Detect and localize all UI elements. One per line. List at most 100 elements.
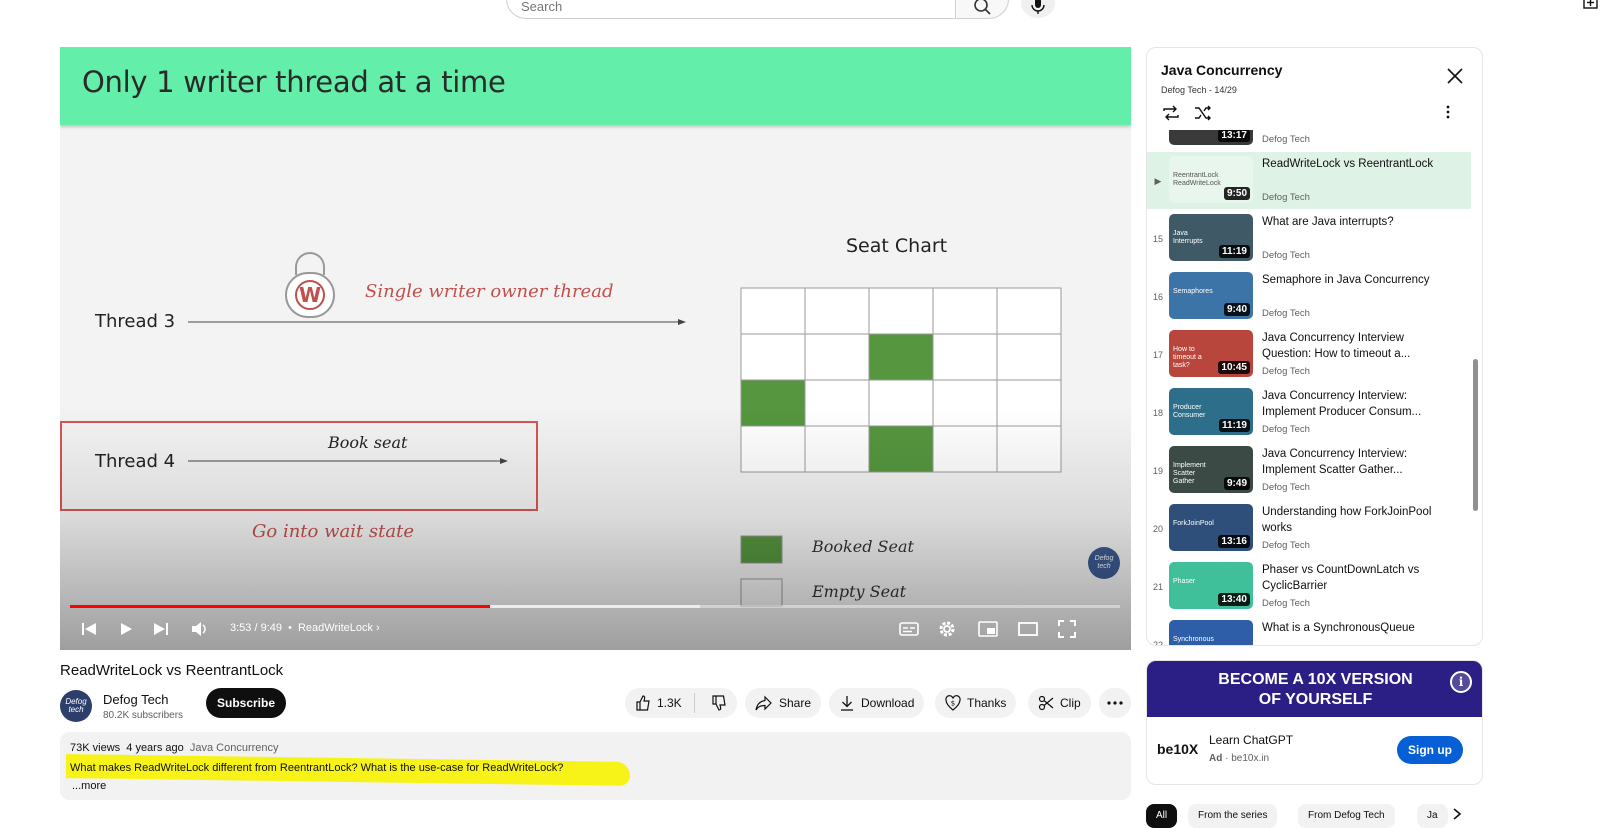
playlist-item[interactable]: 17 How to timeout a task? 10:45 Java Concur… <box>1147 326 1471 383</box>
description-playlist-link[interactable]: Java Concurrency <box>190 742 279 754</box>
playlist-item-title[interactable]: What are Java interrupts? <box>1262 214 1437 230</box>
thumbnail-label: Implement Scatter Gather <box>1173 462 1206 485</box>
playlist-item-title[interactable]: ReadWriteLock vs ReentrantLock <box>1262 156 1437 172</box>
empty-seat <box>932 425 998 473</box>
clip-button[interactable]: Clip <box>1028 688 1091 718</box>
download-label: Download <box>861 696 915 710</box>
ad-card[interactable]: BECOME A 10X VERSION OF YOURSELF i be10X… <box>1146 660 1483 785</box>
description-box[interactable]: 73K views 4 years ago Java Concurrency W… <box>60 732 1131 800</box>
share-button[interactable]: Share <box>745 688 822 718</box>
avatar[interactable]: Defog tech <box>60 690 92 722</box>
search-button[interactable] <box>955 0 1009 19</box>
playlist-title[interactable]: Java Concurrency <box>1161 62 1282 78</box>
like-button[interactable]: 1.3K <box>625 693 695 713</box>
playlist-item[interactable]: 21 Phaser 13:40 Phaser vs CountDownLatch vs… <box>1147 558 1471 615</box>
playlist-item[interactable]: ▶ ReentrantLock ReadWriteLock 9:50 ReadWrit… <box>1147 152 1471 209</box>
lock-letter: W <box>299 283 321 307</box>
empty-seat <box>740 287 806 335</box>
ad-banner[interactable]: BECOME A 10X VERSION OF YOURSELF i <box>1147 661 1482 717</box>
playlist-item-index: 17 <box>1152 350 1163 360</box>
miniplayer-icon[interactable] <box>978 621 998 637</box>
playlist-item-title[interactable]: Java Concurrency Interview: Implement Sc… <box>1262 446 1437 478</box>
ad-title: Learn ChatGPT <box>1209 733 1294 747</box>
next-icon[interactable] <box>152 621 170 637</box>
progress-bar[interactable] <box>70 605 1120 608</box>
seat-legend-swatches <box>740 535 783 607</box>
subtitles-icon[interactable] <box>899 622 919 636</box>
search-input[interactable] <box>521 0 921 14</box>
more-vertical-icon[interactable] <box>1445 103 1451 121</box>
channel-name[interactable]: Defog Tech <box>103 692 169 707</box>
playlist-item[interactable]: 19 Implement Scatter Gather 9:49 Java Concu… <box>1147 442 1471 499</box>
create-icon[interactable] <box>1583 0 1603 10</box>
chapter-title[interactable]: ReadWriteLock <box>298 622 373 634</box>
channel-watermark: Defog tech <box>1088 547 1120 579</box>
playlist-item-channel: Defog Tech <box>1262 134 1310 145</box>
playlist-item-title[interactable]: Java Concurrency Interview Question: How… <box>1262 330 1437 362</box>
voice-search-button[interactable] <box>1021 0 1055 18</box>
playlist-item-title[interactable]: Semaphore in Java Concurrency <box>1262 272 1437 288</box>
playlist-item-title[interactable]: Understanding how ForkJoinPool works <box>1262 504 1437 536</box>
playlist-item[interactable]: 16 Semaphores 9:40 Semaphore in Java Concur… <box>1147 268 1471 325</box>
shuffle-icon[interactable] <box>1193 104 1213 122</box>
playlist-item-thumbnail[interactable]: How to timeout a task? 10:45 <box>1169 330 1253 377</box>
chevron-right-icon[interactable] <box>1452 808 1462 820</box>
playlist-scrollbar[interactable] <box>1473 359 1478 511</box>
playlist-item-thumbnail[interactable]: Phaser 13:40 <box>1169 562 1253 609</box>
download-button[interactable]: Download <box>829 688 925 718</box>
filter-chip[interactable]: All <box>1146 804 1178 828</box>
playlist-item-index: 18 <box>1152 408 1163 418</box>
playlist-item-thumbnail[interactable]: Java Interrupts 11:19 <box>1169 214 1253 261</box>
playlist-item-title[interactable]: Java Concurrency Interview: Implement Pr… <box>1262 388 1437 420</box>
video-player[interactable]: Only 1 writer thread at a time W Single … <box>60 47 1131 650</box>
theater-mode-icon[interactable] <box>1018 622 1038 636</box>
playlist-item-title[interactable]: What is a SynchronousQueue <box>1262 620 1437 636</box>
playlist-item-title[interactable]: Phaser vs CountDownLatch vs CyclicBarrie… <box>1262 562 1437 594</box>
playlist-item-duration: 13:40 <box>1218 593 1250 606</box>
loop-icon[interactable] <box>1161 104 1181 122</box>
playlist-item-thumbnail[interactable]: ForkJoinPool 13:16 <box>1169 504 1253 551</box>
playlist-item[interactable]: 20 ForkJoinPool 13:16 Understanding how For… <box>1147 500 1471 557</box>
ad-signup-button[interactable]: Sign up <box>1397 736 1463 764</box>
playlist-item[interactable]: 22SynchronousWhat is a SynchronousQueueD… <box>1147 616 1471 645</box>
playlist-item-thumbnail[interactable]: Producer Consumer 11:19 <box>1169 388 1253 435</box>
search-icon <box>974 0 991 15</box>
playlist-item[interactable]: 15 Java Interrupts 11:19 What are Java inte… <box>1147 210 1471 267</box>
search-box[interactable] <box>506 0 956 19</box>
playlist-item-thumbnail[interactable]: Synchronous <box>1169 620 1253 645</box>
playlist-item[interactable]: 18 Producer Consumer 11:19 Java Concurrency… <box>1147 384 1471 441</box>
playlist-item-duration: 9:49 <box>1223 477 1250 490</box>
info-icon[interactable]: i <box>1450 671 1472 693</box>
playlist-item-thumbnail[interactable]: ReentrantLock ReadWriteLock 9:50 <box>1169 156 1253 203</box>
empty-seat <box>740 425 806 473</box>
playlist-item-thumbnail[interactable]: Implement Scatter Gather 9:49 <box>1169 446 1253 493</box>
previous-icon[interactable] <box>80 621 98 637</box>
filter-chip[interactable]: From the series <box>1188 804 1278 828</box>
thumbnail-label: Producer Consumer <box>1173 404 1206 419</box>
thanks-button[interactable]: $ Thanks <box>935 688 1017 718</box>
empty-seat <box>996 379 1062 427</box>
thread4-arrow <box>188 458 508 464</box>
playlist-item[interactable]: 13ReentrantLock13:17tryLock and moreDefo… <box>1147 130 1471 151</box>
filter-chip[interactable]: Ja <box>1417 804 1448 828</box>
playlist-item-thumbnail[interactable]: ReentrantLock13:17 <box>1169 130 1253 145</box>
fullscreen-icon[interactable] <box>1058 620 1076 638</box>
dislike-button[interactable] <box>701 695 727 711</box>
settings-gear-icon[interactable] <box>938 620 956 638</box>
play-icon[interactable] <box>118 621 134 637</box>
subscribe-button[interactable]: Subscribe <box>206 688 286 718</box>
writer-note: Single writer owner thread <box>365 281 614 302</box>
progress-played <box>70 605 490 608</box>
close-icon[interactable] <box>1445 66 1465 86</box>
playlist-item-thumbnail[interactable]: Semaphores 9:40 <box>1169 272 1253 319</box>
more-actions-button[interactable] <box>1099 688 1131 718</box>
playlist-panel: Java Concurrency Defog Tech - 14/29 13Re… <box>1146 47 1483 646</box>
empty-seat <box>804 333 870 381</box>
playlist-item-duration: 9:40 <box>1223 303 1250 316</box>
video-title: ReadWriteLock vs ReentrantLock <box>60 662 284 679</box>
subscriber-count: 80.2K subscribers <box>103 710 184 721</box>
playlist-item-duration: 9:50 <box>1223 187 1250 200</box>
filter-chip[interactable]: From Defog Tech <box>1298 804 1395 828</box>
volume-icon[interactable] <box>190 621 210 637</box>
description-more-link[interactable]: ...more <box>72 780 106 792</box>
